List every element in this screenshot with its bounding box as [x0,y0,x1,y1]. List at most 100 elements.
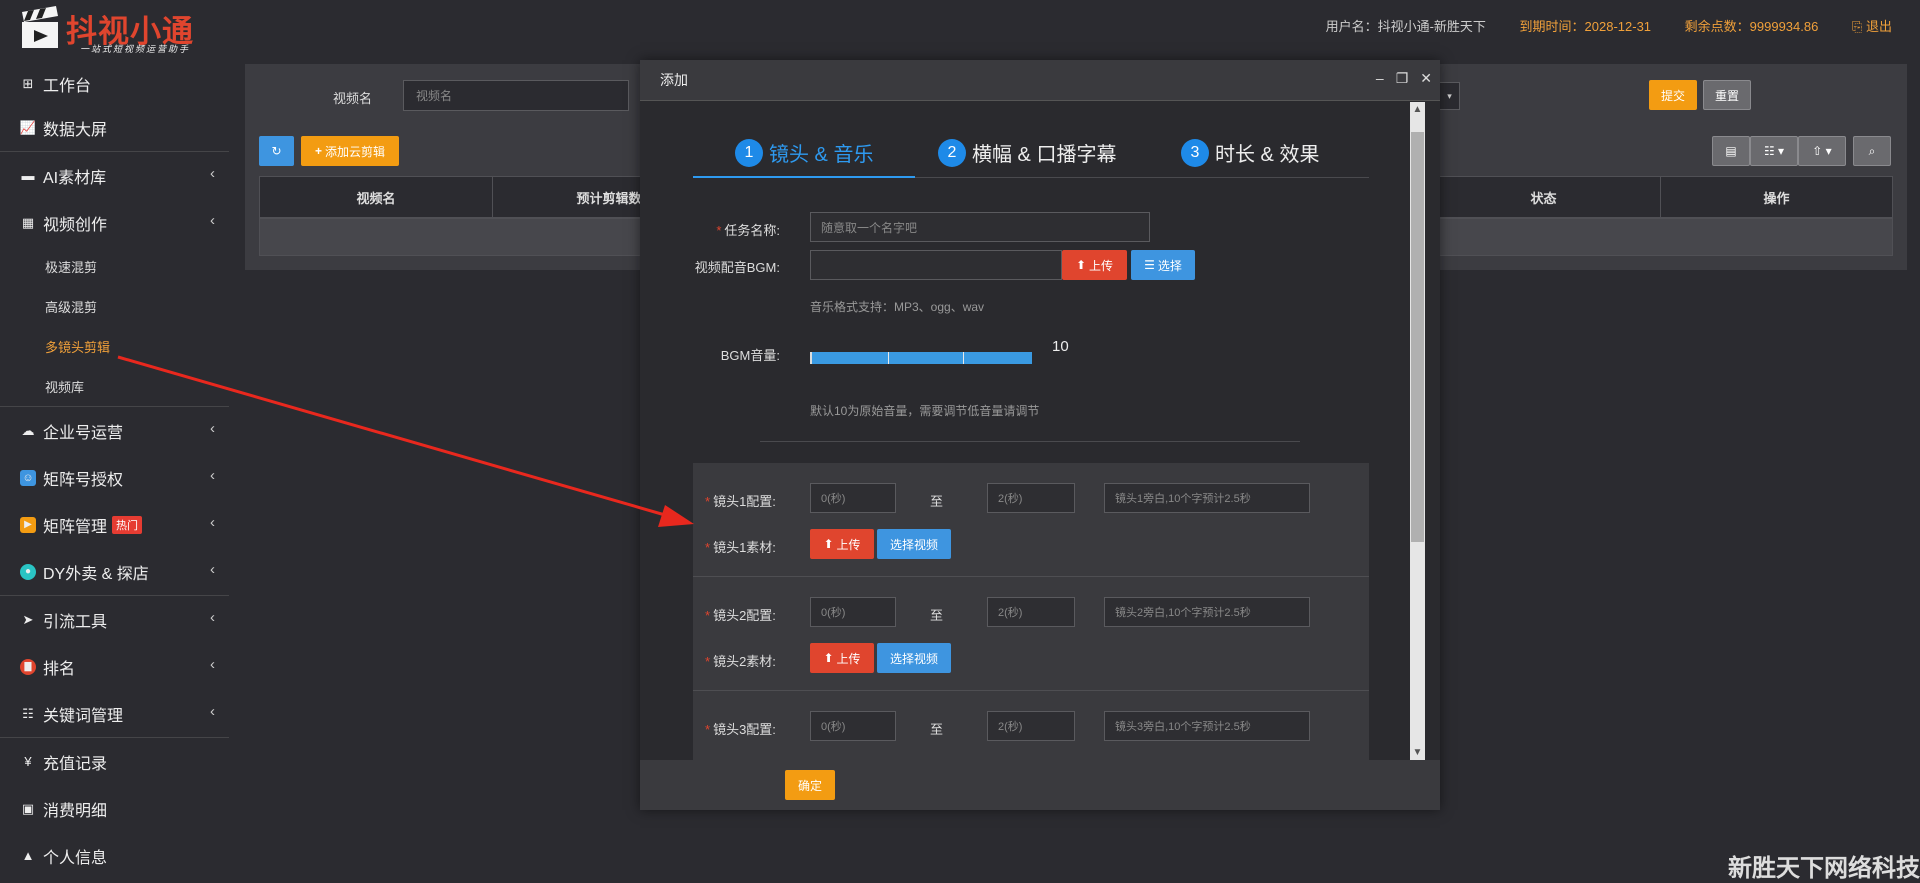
scroll-thumb[interactable] [1411,132,1424,542]
sidebar-item-label: 矩阵管理 [43,518,108,536]
scroll-up-icon[interactable]: ▲ [1410,102,1425,117]
upload-label: 上传 [836,537,861,552]
sidebar-item-label: DY外卖 & 探店 [43,565,149,583]
bgm-format-hint: 音乐格式支持：MP3、ogg、wav [810,300,985,314]
export-button[interactable]: ⇧ ▾ [1798,136,1846,166]
shot-start-input[interactable]: 0(秒) [810,711,896,741]
chevron-left-icon: ‹ [210,514,215,531]
search-icon: ⌕ [1868,143,1876,158]
sidebar-item-matrix-auth[interactable]: ☺ 矩阵号授权 ‹ [0,454,229,501]
expiry-date: 到期时间：2028-12-31 [1519,19,1652,34]
sub-item-advanced-mix[interactable]: 高级混剪 [0,286,229,326]
close-icon[interactable]: ✕ [1420,70,1432,87]
reset-button[interactable]: 重置 [1703,80,1751,110]
shot-narration-input[interactable]: 镜头1旁白,10个字预计2.5秒 [1104,483,1310,513]
confirm-button[interactable]: 确定 [785,770,835,800]
step-label: 时长 & 效果 [1215,144,1320,166]
sidebar-item-enterprise[interactable]: ☁ 企业号运营 ‹ [0,407,229,454]
volume-label: BGM音量: [720,348,780,363]
search-toggle-button[interactable]: ⌕ [1853,136,1891,166]
sidebar-item-matrix-manage[interactable]: ▶ 矩阵管理 热门 ‹ [0,501,229,548]
shot-upload-button[interactable]: ⬆ 上传 [810,529,874,559]
sidebar-item-ai-material[interactable]: ▬ AI素材库 ‹ [0,152,229,199]
search-input[interactable]: 视频名 [403,80,629,111]
sub-item-video-library[interactable]: 视频库 [0,366,229,406]
logout-link[interactable]: ⎘ 退出 [1852,19,1892,34]
columns-button[interactable]: ☷ ▾ [1750,136,1798,166]
modal-scrollbar[interactable]: ▲ ▼ [1410,102,1425,760]
bgm-volume-slider[interactable] [810,352,1040,364]
top-bar: 抖视小通 一站式短视频运营助手 用户名：抖视小通-新胜天下 到期时间：2028-… [0,0,1920,56]
table-view-button[interactable]: ▤ [1712,136,1750,166]
volume-value: 10 [1052,338,1069,355]
sidebar-item-data-screen[interactable]: 📈 数据大屏 [0,104,229,151]
shot-start-input[interactable]: 0(秒) [810,483,896,513]
shot-upload-button[interactable]: ⬆ 上传 [810,643,874,673]
sub-item-fast-mix[interactable]: 极速混剪 [0,246,229,286]
submit-button[interactable]: 提交 [1649,80,1697,110]
column-header: 操作 [1763,190,1790,206]
bgm-label: 视频配音BGM: [694,260,780,275]
bar-chart-icon: ▇ [20,658,36,675]
shot-config-label: * 镜头1配置: [705,494,776,509]
shot-end-input[interactable]: 2(秒) [987,483,1075,513]
sidebar-item-label: 消费明细 [43,802,108,820]
modal-header: 添加 – ❐ ✕ [640,60,1440,101]
tab-step-1[interactable]: 1 镜头 & 音乐 [735,138,873,167]
logout-label: 退出 [1865,19,1892,34]
task-name-input[interactable]: 随意取一个名字吧 [810,212,1150,242]
remaining-points: 剩余点数：9999934.86 [1684,19,1819,34]
shot-narration-input[interactable]: 镜头2旁白,10个字预计2.5秒 [1104,597,1310,627]
tab-step-2[interactable]: 2 横幅 & 口播字幕 [938,138,1116,167]
scroll-down-icon[interactable]: ▼ [1410,745,1425,760]
sidebar-item-consumption[interactable]: ▣ 消费明细 [0,785,229,832]
username: 用户名：抖视小通-新胜天下 [1325,19,1486,34]
upload-icon: ⬆ [1075,258,1087,272]
sidebar-item-recharge[interactable]: ¥ 充值记录 [0,738,229,785]
chevron-left-icon: ‹ [210,165,215,182]
windows-icon: ⊞ [22,76,34,91]
shot-select-video-button[interactable]: 选择视频 [877,643,951,673]
export-icon: ⇧ ▾ [1812,144,1832,158]
dropdown-caret[interactable]: ▾ [1440,82,1460,110]
sidebar-item-video-creation[interactable]: ▦ 视频创作 ‹ [0,199,229,246]
sidebar-item-traffic-tools[interactable]: ➤ 引流工具 ‹ [0,596,229,643]
bgm-upload-button[interactable]: ⬆ 上传 [1062,250,1127,280]
select-label: 选择 [1157,258,1182,273]
logo: 抖视小通 一站式短视频运营助手 [20,4,220,54]
chevron-left-icon: ‹ [210,703,215,720]
shot-material-label: * 镜头1素材: [705,540,776,555]
sidebar-item-workbench[interactable]: ⊞ 工作台 [0,64,229,104]
minimize-icon[interactable]: – [1376,70,1384,87]
to-label: 至 [930,494,944,509]
shot-select-video-button[interactable]: 选择视频 [877,529,951,559]
sidebar-item-label: 工作台 [43,78,92,95]
refresh-button[interactable]: ↻ [259,136,294,166]
step-label: 横幅 & 口播字幕 [972,144,1117,166]
shot-end-input[interactable]: 2(秒) [987,597,1075,627]
sidebar-item-label: 关键词管理 [43,707,124,725]
sidebar-item-dy-takeout[interactable]: ● DY外卖 & 探店 ‹ [0,548,229,595]
money-icon: ▣ [21,800,35,816]
sidebar-item-keywords[interactable]: ☷ 关键词管理 ‹ [0,690,229,737]
sidebar-item-label: 引流工具 [43,613,108,631]
shot-narration-input[interactable]: 镜头3旁白,10个字预计2.5秒 [1104,711,1310,741]
modal-title: 添加 [660,72,688,88]
step-number: 1 [735,138,763,167]
shot-start-input[interactable]: 0(秒) [810,597,896,627]
sidebar-item-ranking[interactable]: ▇ 排名 ‹ [0,643,229,690]
sidebar-item-profile[interactable]: ▲ 个人信息 [0,832,229,879]
bgm-select-button[interactable]: ☰ 选择 [1131,250,1195,280]
list-icon: ☰ [1144,258,1155,272]
sub-item-multi-shot-edit[interactable]: 多镜头剪辑 [0,326,229,366]
tab-step-3[interactable]: 3 时长 & 效果 [1181,138,1319,167]
bgm-input[interactable] [810,250,1062,280]
maximize-icon[interactable]: ❐ [1396,70,1409,87]
active-step-underline [693,176,915,178]
modal-footer: 确定 [640,760,1440,810]
folder-icon: ▬ [21,168,35,183]
shot-end-input[interactable]: 2(秒) [987,711,1075,741]
sidebar-item-label: 矩阵号授权 [43,471,124,489]
add-cloud-edit-button[interactable]: + 添加云剪辑 [301,136,399,166]
refresh-icon: ↻ [271,144,282,158]
